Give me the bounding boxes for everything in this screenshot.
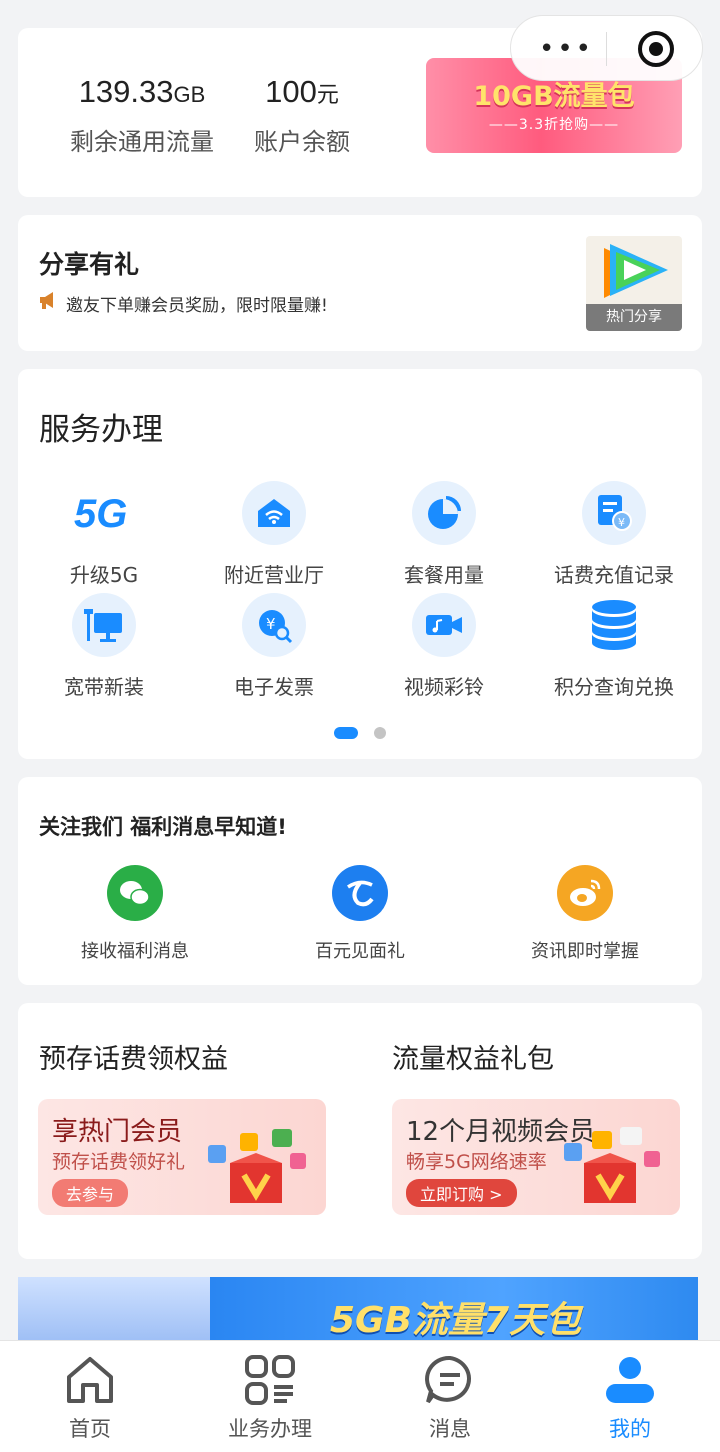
service-label: 话费充值记录 xyxy=(554,563,674,587)
banner-left-panel xyxy=(18,1277,210,1343)
gift-box-icon xyxy=(564,1127,660,1203)
service-label: 升级5G xyxy=(69,563,139,587)
flow-pack-title: 流量权益礼包 xyxy=(392,1044,554,1075)
tab-messages[interactable]: 消息 xyxy=(360,1353,540,1443)
order-now-button[interactable]: 立即订购 > xyxy=(406,1179,517,1207)
telecom-icon xyxy=(332,865,388,921)
prestore-banner[interactable]: 享热门会员 预存话费领好礼 去参与 xyxy=(38,1099,326,1215)
join-button[interactable]: 去参与 xyxy=(52,1179,129,1207)
service-item-points[interactable]: 积分查询兑换 xyxy=(529,593,699,700)
capsule-divider xyxy=(606,32,607,66)
tab-label: 我的 xyxy=(609,1417,651,1441)
banner-right-panel: 5GB流量7天包 xyxy=(210,1277,698,1343)
promo-5gb-banner[interactable]: 5GB流量7天包 xyxy=(18,1277,698,1343)
tencent-video-thumb[interactable]: 热门分享 xyxy=(586,236,682,331)
points-database-icon xyxy=(582,593,646,657)
flow-label: 剩余通用流量 xyxy=(70,128,214,156)
close-target-icon[interactable] xyxy=(638,31,674,67)
pie-chart-icon xyxy=(412,481,476,545)
service-item-5g[interactable]: 5G 升级5G xyxy=(19,481,189,588)
service-item-recharge[interactable]: ¥ 话费充值记录 xyxy=(529,481,699,588)
bottom-tab-bar: 首页 业务办理 消息 我的 xyxy=(0,1340,720,1452)
prestore-banner-heading: 享热门会员 xyxy=(52,1117,183,1147)
apps-grid-icon xyxy=(245,1355,295,1405)
follow-card: 关注我们 福利消息早知道! 接收福利消息 百元见面礼 资讯即时掌握 xyxy=(18,777,702,985)
tab-label: 业务办理 xyxy=(228,1417,312,1441)
service-item-usage[interactable]: 套餐用量 xyxy=(359,481,529,588)
recharge-record-icon: ¥ xyxy=(582,481,646,545)
miniprogram-capsule: ••• xyxy=(510,15,703,81)
service-item-video-ring[interactable]: 视频彩铃 xyxy=(359,593,529,700)
share-description: 邀友下单赚会员奖励，限时限量赚! xyxy=(66,296,328,316)
video-member-banner[interactable]: 12个月视频会员 畅享5G网络速率 立即订购 > xyxy=(392,1099,680,1215)
balance-label: 账户余额 xyxy=(254,128,350,156)
share-title: 分享有礼 xyxy=(39,250,140,279)
service-item-store[interactable]: 附近营业厅 xyxy=(189,481,359,588)
follow-item-wechat[interactable]: 接收福利消息 xyxy=(35,865,235,963)
follow-label: 接收福利消息 xyxy=(81,941,189,962)
video-ring-icon xyxy=(412,593,476,657)
megaphone-icon xyxy=(40,292,53,309)
service-card: 服务办理 5G 升级5G 附近营业厅 套餐用量 ¥ 话费充值记录 宽带新装 ¥ … xyxy=(18,369,702,759)
page-indicator-active[interactable] xyxy=(334,727,358,739)
service-label: 宽带新装 xyxy=(64,675,144,699)
service-label: 套餐用量 xyxy=(404,563,484,587)
balance-value: 100元 xyxy=(265,74,339,109)
service-label: 视频彩铃 xyxy=(404,675,484,699)
tab-home[interactable]: 首页 xyxy=(0,1353,180,1443)
promo-subtitle: ——3.3折抢购—— xyxy=(488,117,620,133)
service-item-invoice[interactable]: ¥ 电子发票 xyxy=(189,593,359,700)
page-indicator-idle[interactable] xyxy=(374,727,386,739)
flow-value: 139.33GB xyxy=(78,74,206,109)
balance-stat[interactable]: 100元 账户余额 xyxy=(232,74,372,157)
follow-item-weibo[interactable]: 资讯即时掌握 xyxy=(485,865,685,963)
follow-item-telecom[interactable]: 百元见面礼 xyxy=(260,865,460,963)
invoice-search-icon: ¥ xyxy=(242,593,306,657)
service-label: 电子发票 xyxy=(234,675,314,699)
svg-text:¥: ¥ xyxy=(266,615,276,633)
home-icon xyxy=(67,1357,113,1403)
weibo-icon xyxy=(557,865,613,921)
follow-title: 关注我们 福利消息早知道! xyxy=(39,815,287,839)
tab-business[interactable]: 业务办理 xyxy=(180,1353,360,1443)
tab-mine[interactable]: 我的 xyxy=(540,1353,720,1443)
flow-stat[interactable]: 139.33GB 剩余通用流量 xyxy=(42,74,242,157)
banner-5gb-text: 5GB流量7天包 xyxy=(330,1300,582,1341)
service-label: 积分查询兑换 xyxy=(554,675,674,699)
more-dots-icon[interactable]: ••• xyxy=(539,36,594,62)
follow-label: 资讯即时掌握 xyxy=(531,941,639,962)
prestore-title: 预存话费领权益 xyxy=(39,1044,228,1075)
store-wifi-icon xyxy=(242,481,306,545)
svg-text:¥: ¥ xyxy=(618,516,625,529)
svg-text:5G: 5G xyxy=(74,492,127,536)
service-label: 附近营业厅 xyxy=(224,563,324,587)
tencent-video-icon xyxy=(604,244,668,298)
5g-icon: 5G xyxy=(72,481,136,545)
video-member-sub: 畅享5G网络速率 xyxy=(406,1151,547,1173)
tab-label: 消息 xyxy=(429,1417,471,1441)
wechat-icon xyxy=(107,865,163,921)
message-icon xyxy=(425,1355,471,1404)
benefit-card: 预存话费领权益 流量权益礼包 享热门会员 预存话费领好礼 去参与 12个月视频会… xyxy=(18,1003,702,1259)
service-item-broadband[interactable]: 宽带新装 xyxy=(19,593,189,700)
tab-label: 首页 xyxy=(69,1417,111,1441)
share-card[interactable]: 分享有礼 邀友下单赚会员奖励，限时限量赚! 热门分享 xyxy=(18,215,702,351)
broadband-icon xyxy=(72,593,136,657)
profile-icon xyxy=(606,1357,654,1403)
follow-label: 百元见面礼 xyxy=(315,941,405,962)
thumb-badge: 热门分享 xyxy=(586,304,682,331)
prestore-banner-sub: 预存话费领好礼 xyxy=(52,1151,186,1173)
service-title: 服务办理 xyxy=(39,412,163,448)
gift-box-icon xyxy=(208,1129,306,1203)
